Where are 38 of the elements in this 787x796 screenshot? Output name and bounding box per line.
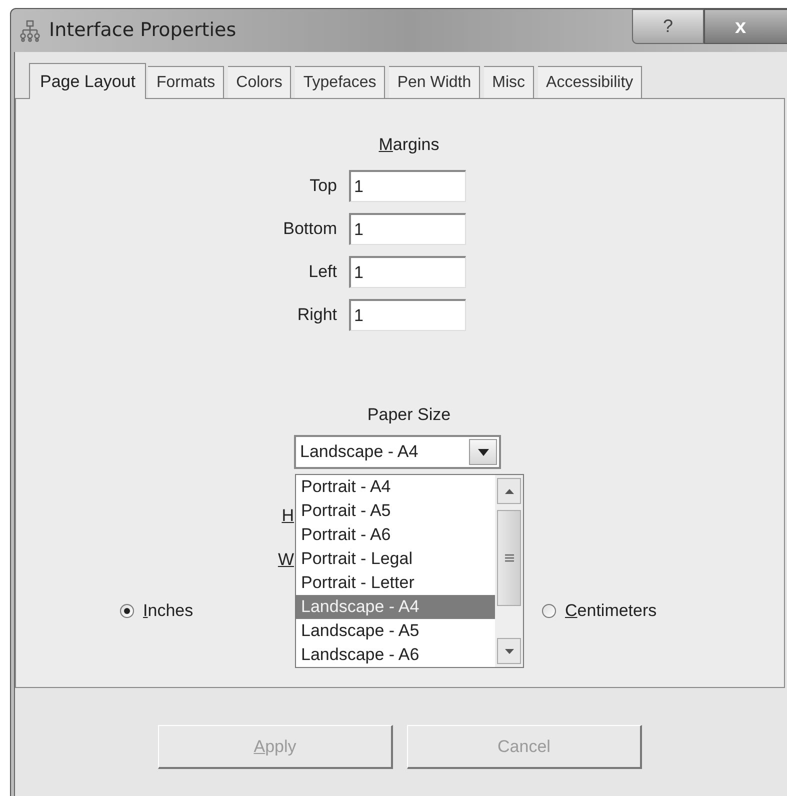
tab[interactable]: Page Layout	[29, 63, 146, 99]
tab[interactable]: Pen Width	[389, 66, 480, 98]
dropdown[interactable]: Landscape - A4	[294, 435, 501, 469]
tab[interactable]: Formats	[148, 66, 224, 98]
field-label: Right	[296, 304, 337, 326]
list-option[interactable]: Portrait - A5	[296, 499, 495, 523]
field-label: Bottom	[282, 218, 337, 240]
field-label: Top	[308, 175, 337, 198]
list-option[interactable]: Landscape - A4	[296, 595, 495, 619]
up-arrow-icon	[504, 488, 514, 494]
radio-button[interactable]: Centimeters	[542, 598, 657, 624]
grip-icon	[504, 554, 514, 562]
list-option[interactable]: Portrait - A6	[296, 523, 495, 547]
tab[interactable]: Misc	[484, 66, 534, 98]
input-field[interactable]: 1	[349, 170, 466, 202]
section-title: Margins	[378, 135, 440, 154]
hierarchy-icon	[19, 20, 41, 42]
radio-button[interactable]: Inches	[120, 598, 194, 624]
section-title: Paper Size	[367, 405, 451, 424]
list-option[interactable]: Landscape - A6	[296, 643, 495, 667]
input-field[interactable]: 1	[349, 213, 466, 245]
tab[interactable]: Accessibility	[538, 66, 642, 98]
scrollbar[interactable]	[495, 475, 523, 667]
field-label: W	[278, 550, 294, 569]
field-label: H	[282, 506, 294, 525]
tab[interactable]: Colors	[228, 66, 292, 98]
input-field[interactable]: 1	[349, 299, 466, 331]
list-option[interactable]: Portrait - Letter	[296, 571, 495, 595]
caret-icon	[478, 448, 488, 456]
list-option[interactable]: Landscape - A5	[296, 619, 495, 643]
down-arrow-icon	[504, 648, 514, 654]
field-label: Left	[308, 261, 337, 284]
help-button[interactable]: ?	[632, 9, 704, 44]
window-title: Interface Properties	[49, 18, 236, 44]
tab[interactable]: Typefaces	[295, 66, 386, 98]
list-option[interactable]: Portrait - Legal	[296, 547, 495, 571]
input-field[interactable]: 1	[349, 256, 466, 288]
list-option[interactable]: Portrait - A4	[296, 475, 495, 499]
